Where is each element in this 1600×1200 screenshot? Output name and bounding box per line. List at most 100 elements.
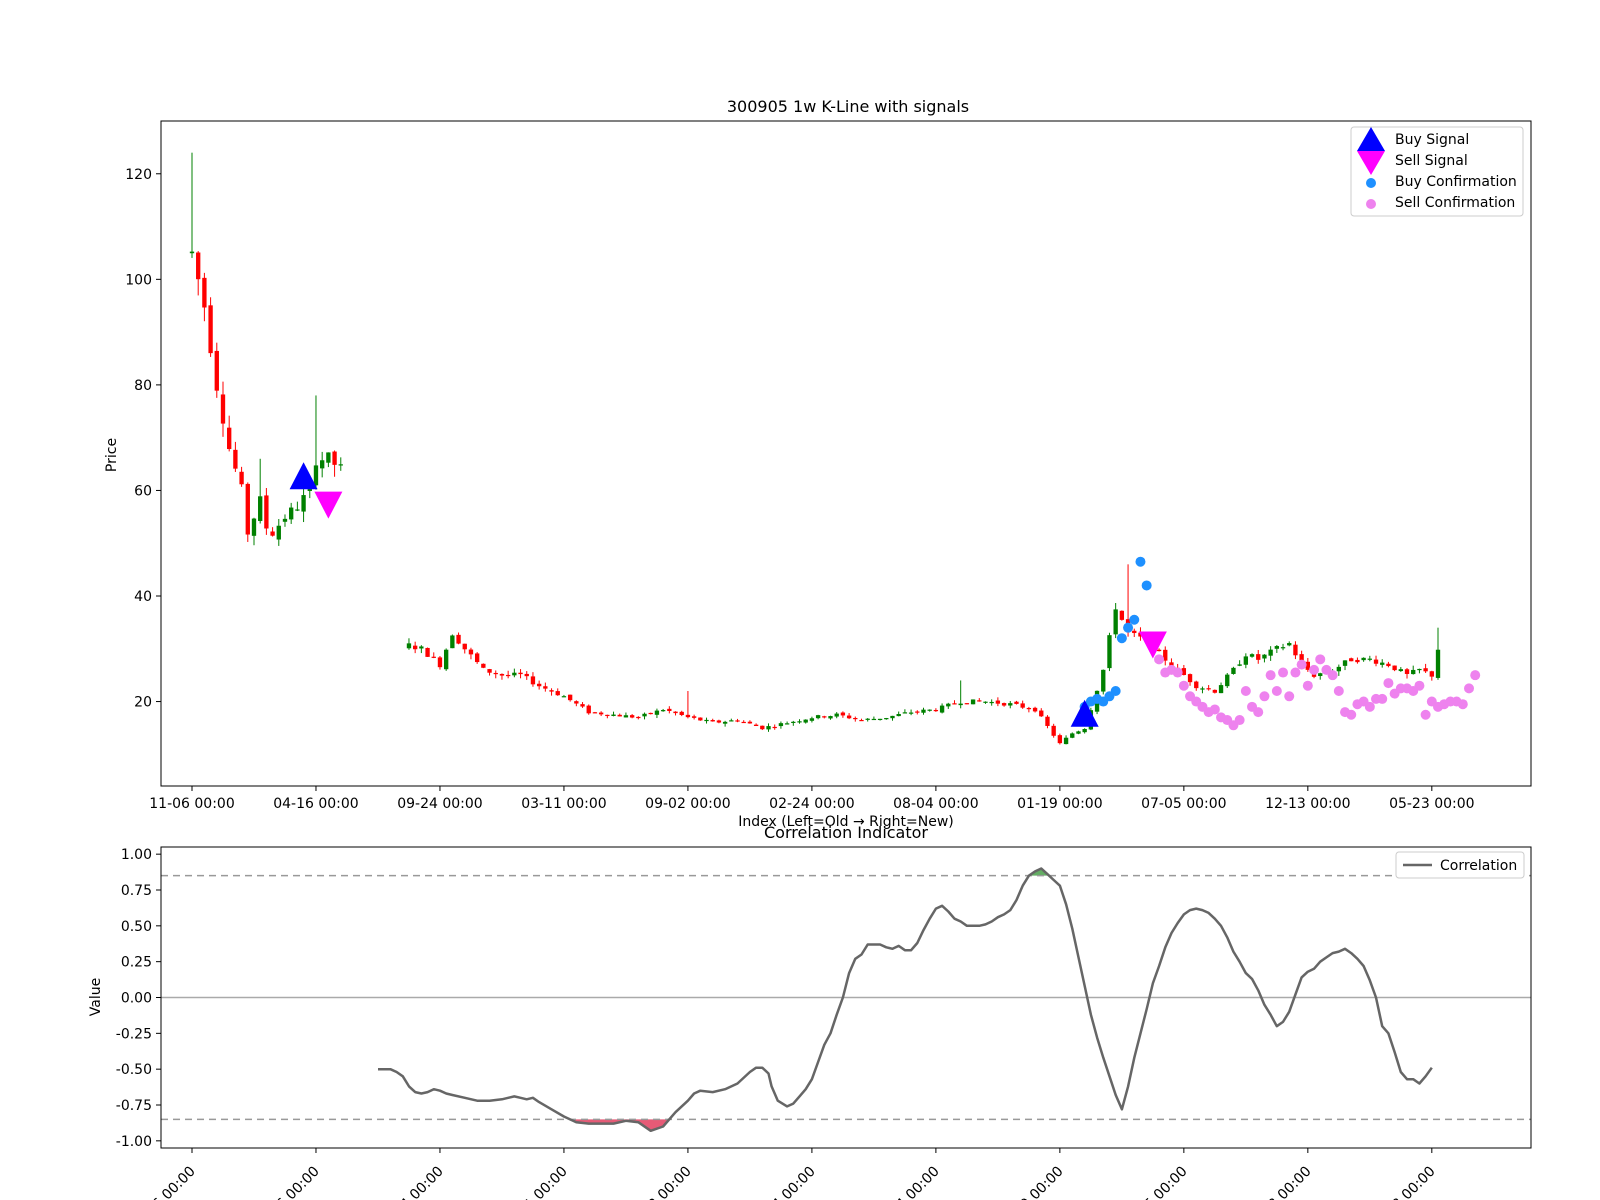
correlation-y-label: Value	[88, 978, 104, 1016]
candle-body	[251, 518, 257, 536]
candle-body	[989, 701, 994, 704]
correlation-threshold-fills	[570, 868, 1050, 1131]
candle-body	[1014, 701, 1019, 704]
kline-y-tick-label: 60	[134, 483, 152, 499]
candle-body	[412, 645, 418, 650]
kline-plot-frame	[160, 120, 1532, 787]
candle-body	[871, 718, 877, 721]
candle-body	[1243, 656, 1249, 665]
sell-confirmation-legend-icon	[1366, 199, 1376, 209]
candle-body	[530, 676, 536, 685]
sell-confirmation-point	[1284, 691, 1295, 702]
candle-body	[437, 657, 443, 668]
candle-body	[1361, 657, 1366, 661]
candle-body	[1336, 666, 1341, 672]
sell-confirmation-point	[1470, 670, 1481, 681]
candle-body	[853, 717, 858, 720]
sell-confirmation-point	[1240, 686, 1251, 696]
candle-body	[760, 725, 765, 730]
candle-body	[295, 509, 300, 511]
candle-body	[189, 251, 195, 254]
correlation-x-tick-label: 11-06 00:00	[127, 1164, 199, 1200]
sell-confirmation-point	[1265, 670, 1276, 681]
candle-body	[1280, 647, 1286, 649]
candle-body	[1039, 710, 1044, 717]
candle-body	[791, 721, 796, 723]
kline-markers	[289, 462, 1481, 731]
candle-body	[927, 709, 932, 711]
correlation-x-tick-label: 02-24 00:00	[747, 1164, 819, 1200]
legend-sell-confirmation: Sell Confirmation	[1395, 195, 1515, 211]
legend-sell-signal: Sell Signal	[1395, 153, 1468, 169]
candle-body	[555, 691, 560, 696]
correlation-y-tick-label: -0.75	[116, 1098, 152, 1114]
candle-body	[660, 710, 666, 712]
kline-y-tick-label: 40	[134, 589, 152, 605]
candle-body	[673, 711, 678, 714]
candle-body	[493, 672, 498, 675]
candle-body	[716, 720, 722, 723]
sell-confirmation-point	[1234, 715, 1245, 726]
kline-y-axis: 20 40 60 80 100 120	[125, 167, 161, 711]
candle-body	[735, 720, 740, 722]
kline-legend: Buy Signal Sell Signal Buy Confirmation …	[1350, 126, 1524, 217]
candle-body	[425, 647, 430, 657]
candle-body	[1417, 668, 1422, 671]
candle-body	[512, 672, 517, 676]
candle-body	[536, 683, 542, 687]
candle-body	[1225, 674, 1230, 687]
candle-body	[729, 720, 734, 722]
candle-body	[1107, 635, 1112, 669]
sell-confirmation-point	[1346, 709, 1357, 720]
kline-x-tick-label: 09-02 00:00	[645, 796, 730, 812]
candle-body	[902, 712, 908, 714]
correlation-x-tick-label: 03-11 00:00	[499, 1164, 571, 1200]
candle-body	[220, 394, 226, 424]
correlation-x-tick-label: 09-02 00:00	[623, 1164, 695, 1200]
candle-body	[611, 714, 616, 716]
candle-body	[964, 703, 970, 705]
candle-body	[233, 449, 238, 469]
sell-confirmation-point	[1464, 683, 1475, 694]
candle-body	[1231, 667, 1236, 674]
candle-body	[667, 708, 672, 711]
candle-body	[828, 716, 833, 719]
candle-body	[1063, 737, 1069, 745]
kline-x-tick-label: 08-04 00:00	[893, 796, 978, 812]
candle-body	[450, 635, 455, 649]
candle-body	[722, 721, 728, 724]
candle-body	[208, 305, 213, 354]
sell-confirmation-point	[1296, 659, 1307, 670]
candle-body	[196, 252, 201, 280]
candle-body	[1392, 665, 1397, 671]
correlation-y-axis: -1.00 -0.75 -0.50 -0.25 0.00 0.25 0.50 0.75 1.00	[116, 847, 161, 1150]
buy-confirmation-point	[1135, 556, 1146, 567]
sell-confirmation-point	[1290, 667, 1301, 678]
sell-confirmation-point	[1309, 664, 1320, 675]
chart-figure: 300905 1w K-Line with signals 20 40 60 80 10…	[88, 97, 1532, 1200]
candle-body	[983, 701, 988, 703]
kline-y-tick-label: 20	[134, 695, 152, 711]
sell-confirmation-point	[1302, 680, 1313, 691]
candle-body	[970, 699, 976, 705]
candle-body	[1349, 658, 1354, 662]
candle-body	[1001, 703, 1007, 706]
kline-x-tick-label: 12-13 00:00	[1265, 796, 1350, 812]
candle-body	[1187, 674, 1193, 683]
candle-body	[227, 427, 232, 450]
candle-body	[939, 705, 945, 713]
sell-confirmation-point	[1457, 699, 1468, 710]
candle-body	[499, 673, 505, 676]
candle-body	[1101, 669, 1106, 692]
candle-body	[1342, 660, 1348, 666]
candle-body	[1132, 630, 1137, 634]
kline-x-tick-label: 11-06 00:00	[149, 796, 234, 812]
candle-body	[1423, 668, 1428, 672]
sell-confirmation-point	[1327, 670, 1338, 681]
sell-confirmation-point	[1259, 691, 1270, 702]
correlation-reference-lines	[161, 874, 1531, 1121]
candle-body	[840, 712, 846, 716]
candle-body	[1156, 649, 1162, 652]
correlation-y-tick-label: 0.75	[121, 883, 152, 899]
candle-body	[1355, 659, 1360, 663]
